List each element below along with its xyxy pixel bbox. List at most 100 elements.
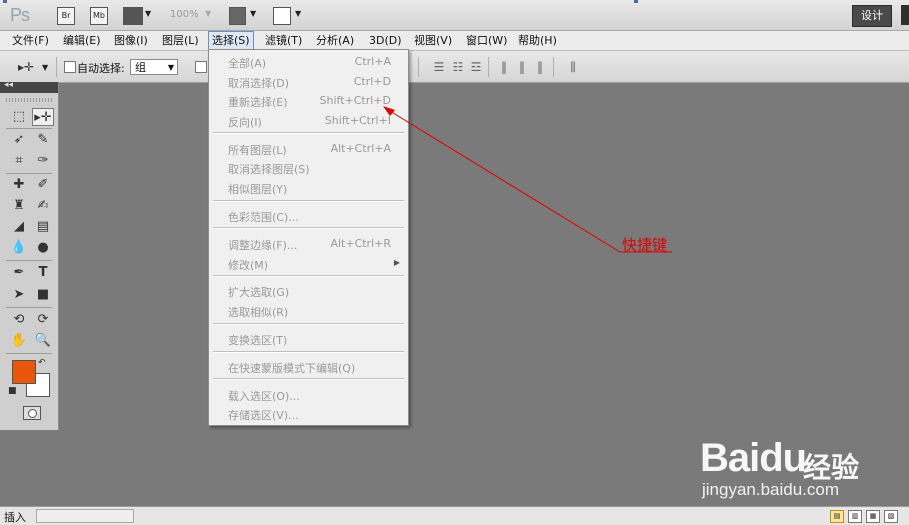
crop-tool-icon[interactable]: ⌗	[8, 152, 30, 170]
web-view-icon[interactable]: ▧	[884, 510, 898, 523]
collapse-icon[interactable]: ◂◂	[4, 80, 13, 90]
3d-orbit-tool-icon[interactable]: ⟳	[32, 311, 54, 329]
healing-brush-tool-icon[interactable]: ✚	[8, 176, 30, 194]
watermark-logo: Baidu	[700, 436, 807, 480]
chevron-down-icon[interactable]: ▼	[205, 9, 211, 18]
auto-select-label: 自动选择:	[77, 62, 125, 75]
quick-selection-tool-icon[interactable]: ✎	[32, 131, 54, 149]
dodge-tool-icon[interactable]: ●	[32, 239, 54, 257]
chevron-down-icon: ▼	[167, 63, 174, 72]
menu-item-similar[interactable]: 选取相似(R)	[209, 302, 408, 320]
bridge-button[interactable]: Br	[57, 7, 75, 25]
pen-tool-icon[interactable]: ✒	[8, 264, 30, 282]
menu-bar: 文件(F) 编辑(E) 图像(I) 图层(L) 选择(S) 滤镜(T) 分析(A…	[0, 31, 909, 51]
view-extras-icon[interactable]	[123, 7, 143, 25]
align-left-icon[interactable]: ‖	[497, 60, 511, 74]
align-bottom-icon[interactable]: ☲	[469, 60, 483, 74]
auto-align-icon[interactable]: ⫼	[566, 60, 580, 74]
divider	[213, 351, 404, 353]
blur-tool-icon[interactable]: 💧	[8, 239, 30, 257]
status-text: 插入	[4, 511, 26, 524]
foreground-color-swatch[interactable]	[12, 360, 36, 384]
window-marker	[634, 0, 638, 3]
brush-tool-icon[interactable]: ✐	[32, 176, 54, 194]
menu-item-save-selection[interactable]: 存储选区(V)...	[209, 405, 408, 423]
quick-mask-icon[interactable]	[23, 406, 41, 420]
swap-colors-icon[interactable]: ↶	[38, 358, 46, 368]
type-tool-icon[interactable]: T	[32, 264, 54, 282]
status-bar: 插入 ▤ ▥ ▦ ▧	[0, 506, 909, 525]
chevron-down-icon[interactable]: ▼	[42, 63, 48, 72]
gradient-tool-icon[interactable]: ▤	[32, 218, 54, 236]
menu-item-transform-selection[interactable]: 变换选区(T)	[209, 330, 408, 348]
menu-item-inverse[interactable]: 反向(I) Shift+Ctrl+I	[209, 112, 408, 130]
menu-item-shortcut: Ctrl+A	[354, 55, 391, 68]
align-top-icon[interactable]: ☰	[432, 60, 446, 74]
menu-item-all-layers[interactable]: 所有图层(L) Alt+Ctrl+A	[209, 140, 408, 158]
menu-item-load-selection[interactable]: 载入选区(O)...	[209, 386, 408, 404]
select-menu-dropdown: 全部(A) Ctrl+A 取消选择(D) Ctrl+D 重新选择(E) Shif…	[208, 49, 409, 426]
divider	[6, 307, 52, 308]
menu-analysis[interactable]: 分析(A)	[313, 31, 357, 50]
menu-item-quick-mask[interactable]: 在快速蒙版模式下编辑(Q)	[209, 358, 408, 376]
menu-item-modify[interactable]: 修改(M) ▶	[209, 255, 408, 273]
reading-view-icon[interactable]: ▥	[848, 510, 862, 523]
eyedropper-tool-icon[interactable]: ✑	[32, 152, 54, 170]
align-horizontal-center-icon[interactable]: ‖	[515, 60, 529, 74]
chevron-down-icon[interactable]: ▼	[250, 9, 256, 18]
outline-view-icon[interactable]: ▦	[866, 510, 880, 523]
chevron-down-icon[interactable]: ▼	[145, 9, 151, 18]
marquee-tool-icon[interactable]: ⬚	[8, 108, 30, 126]
move-tool-preset-icon[interactable]: ▸✛	[18, 60, 34, 74]
workspace-overflow-button[interactable]	[901, 5, 909, 25]
menu-item-shortcut: Shift+Ctrl+I	[324, 114, 391, 127]
menu-item-similar-layers[interactable]: 相似图层(Y)	[209, 179, 408, 197]
menu-item-label: 选取相似(R)	[228, 306, 289, 319]
menu-edit[interactable]: 编辑(E)	[60, 31, 104, 50]
menu-item-deselect[interactable]: 取消选择(D) Ctrl+D	[209, 73, 408, 91]
move-tool-icon[interactable]: ▸✛	[32, 108, 54, 126]
page-view-icon[interactable]: ▤	[830, 510, 844, 523]
lasso-tool-icon[interactable]: ➶	[8, 131, 30, 149]
menu-select[interactable]: 选择(S)	[208, 31, 254, 50]
zoom-tool-icon[interactable]: 🔍	[32, 332, 54, 350]
screen-mode-icon[interactable]	[273, 7, 291, 25]
menu-help[interactable]: 帮助(H)	[515, 31, 560, 50]
menu-view[interactable]: 视图(V)	[411, 31, 455, 50]
menu-item-deselect-layers[interactable]: 取消选择图层(S)	[209, 159, 408, 177]
menu-item-grow[interactable]: 扩大选取(G)	[209, 282, 408, 300]
arrange-documents-icon[interactable]	[229, 7, 246, 25]
menu-filter[interactable]: 滤镜(T)	[262, 31, 305, 50]
menu-item-color-range[interactable]: 色彩范围(C)...	[209, 207, 408, 225]
clone-stamp-tool-icon[interactable]: ♜	[8, 197, 30, 215]
menu-window[interactable]: 窗口(W)	[463, 31, 510, 50]
3d-rotate-tool-icon[interactable]: ⟲	[8, 311, 30, 329]
toolbox-header[interactable]: ◂◂	[0, 80, 58, 93]
auto-select-dropdown[interactable]: 组 ▼	[130, 59, 178, 75]
divider	[56, 57, 57, 77]
show-transform-checkbox[interactable]	[195, 61, 207, 73]
zoom-level[interactable]: 100%	[170, 9, 199, 20]
auto-select-checkbox[interactable]	[64, 61, 76, 73]
rectangle-tool-icon[interactable]: ■	[32, 286, 54, 304]
workspace-design-button[interactable]: 设计	[852, 5, 892, 27]
eraser-tool-icon[interactable]: ◢	[8, 218, 30, 236]
chevron-down-icon[interactable]: ▼	[295, 9, 301, 18]
mini-bridge-button[interactable]: Mb	[90, 7, 108, 25]
window-marker	[3, 0, 7, 3]
menu-image[interactable]: 图像(I)	[111, 31, 151, 50]
default-colors-icon[interactable]: ■	[8, 386, 17, 396]
align-right-icon[interactable]: ‖	[533, 60, 547, 74]
options-bar: ▸✛ ▼ 自动选择: 组 ▼ ☰ ☷ ☲ ‖ ‖ ‖ ⫼	[0, 51, 909, 83]
menu-3d[interactable]: 3D(D)	[366, 31, 405, 50]
hand-tool-icon[interactable]: ✋	[8, 332, 30, 350]
path-selection-tool-icon[interactable]: ➤	[8, 286, 30, 304]
align-vertical-center-icon[interactable]: ☷	[451, 60, 465, 74]
history-brush-tool-icon[interactable]: ✍	[32, 197, 54, 215]
menu-item-refine-edge[interactable]: 调整边缘(F)... Alt+Ctrl+R	[209, 235, 408, 253]
menu-layer[interactable]: 图层(L)	[159, 31, 202, 50]
menu-item-select-all[interactable]: 全部(A) Ctrl+A	[209, 53, 408, 71]
menu-item-reselect[interactable]: 重新选择(E) Shift+Ctrl+D	[209, 92, 408, 110]
menu-file[interactable]: 文件(F)	[9, 31, 52, 50]
toolbox-grip[interactable]	[6, 98, 52, 102]
